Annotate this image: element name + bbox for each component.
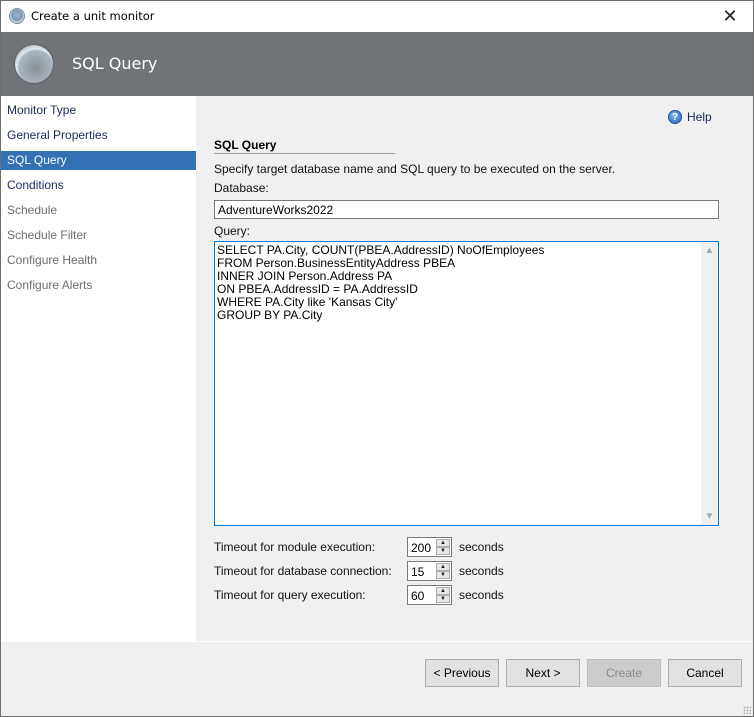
database-input[interactable] xyxy=(214,200,719,219)
previous-button[interactable]: < Previous xyxy=(425,659,499,687)
spin-down-icon[interactable]: ▼ xyxy=(436,547,450,555)
sidebar-item-sql-query[interactable]: SQL Query xyxy=(1,151,196,170)
spin-down-icon[interactable]: ▼ xyxy=(436,595,450,603)
help-label: Help xyxy=(687,110,712,124)
create-unit-monitor-dialog: Create a unit monitor ✕ SQL Query Monito… xyxy=(0,0,754,717)
sidebar-item-general-properties[interactable]: General Properties xyxy=(1,126,196,145)
timeout-module-value[interactable]: 200 xyxy=(411,541,431,555)
wizard-nav: Monitor Type General Properties SQL Quer… xyxy=(1,96,196,642)
description: Specify target database name and SQL que… xyxy=(214,162,616,176)
scroll-up-icon[interactable]: ▲ xyxy=(701,242,718,259)
page-title: SQL Query xyxy=(72,54,158,73)
query-label: Query: xyxy=(214,224,251,238)
sidebar-item-configure-health: Configure Health xyxy=(7,253,98,267)
timeout-query-stepper[interactable]: 60 ▲ ▼ xyxy=(407,585,452,605)
main-panel: ? Help SQL Query Specify target database… xyxy=(196,96,753,642)
query-editor[interactable]: SELECT PA.City, COUNT(PBEA.AddressID) No… xyxy=(214,241,719,526)
help-link[interactable]: ? Help xyxy=(668,110,712,124)
timeout-query-value[interactable]: 60 xyxy=(411,589,424,603)
timeout-module-label: Timeout for module execution: xyxy=(214,540,375,554)
query-textarea[interactable]: SELECT PA.City, COUNT(PBEA.AddressID) No… xyxy=(217,244,699,522)
spin-up-icon[interactable]: ▲ xyxy=(436,587,450,595)
timeout-connection-row: Timeout for database connection: 15 ▲ ▼ … xyxy=(214,561,534,581)
sidebar-item-schedule-filter: Schedule Filter xyxy=(7,228,88,242)
title-bar: Create a unit monitor ✕ xyxy=(1,1,753,32)
sidebar-item-monitor-type[interactable]: Monitor Type xyxy=(1,101,196,120)
timeout-connection-unit: seconds xyxy=(459,564,504,578)
timeout-module-row: Timeout for module execution: 200 ▲ ▼ se… xyxy=(214,537,534,557)
window-title: Create a unit monitor xyxy=(31,9,155,23)
section-title: SQL Query xyxy=(214,138,277,152)
timeout-module-stepper[interactable]: 200 ▲ ▼ xyxy=(407,537,452,557)
timeout-module-unit: seconds xyxy=(459,540,504,554)
timeout-query-row: Timeout for query execution: 60 ▲ ▼ seco… xyxy=(214,585,534,605)
sidebar-item-conditions[interactable]: Conditions xyxy=(1,176,196,195)
spin-down-icon[interactable]: ▼ xyxy=(436,571,450,579)
create-button: Create xyxy=(587,659,661,687)
sidebar-item-configure-alerts: Configure Alerts xyxy=(7,278,93,292)
section-divider xyxy=(214,153,395,154)
timeout-connection-label: Timeout for database connection: xyxy=(214,564,392,578)
timeout-connection-stepper[interactable]: 15 ▲ ▼ xyxy=(407,561,452,581)
resize-grip[interactable] xyxy=(743,706,751,714)
wizard-header: SQL Query xyxy=(1,32,753,96)
query-scrollbar[interactable]: ▲ ▼ xyxy=(701,242,718,525)
next-button[interactable]: Next > xyxy=(506,659,580,687)
timeout-connection-value[interactable]: 15 xyxy=(411,565,424,579)
timeout-query-unit: seconds xyxy=(459,588,504,602)
footer-divider xyxy=(196,641,753,642)
timeout-query-label: Timeout for query execution: xyxy=(214,588,366,602)
spin-up-icon[interactable]: ▲ xyxy=(436,563,450,571)
app-icon xyxy=(9,8,25,24)
close-icon: ✕ xyxy=(722,6,738,26)
help-icon: ? xyxy=(668,110,682,124)
database-label: Database: xyxy=(214,181,269,195)
close-button[interactable]: ✕ xyxy=(707,1,753,32)
cancel-button[interactable]: Cancel xyxy=(668,659,742,687)
spin-up-icon[interactable]: ▲ xyxy=(436,539,450,547)
sidebar-item-schedule: Schedule xyxy=(7,203,58,217)
monitor-icon xyxy=(15,45,53,83)
scroll-down-icon[interactable]: ▼ xyxy=(701,508,718,525)
